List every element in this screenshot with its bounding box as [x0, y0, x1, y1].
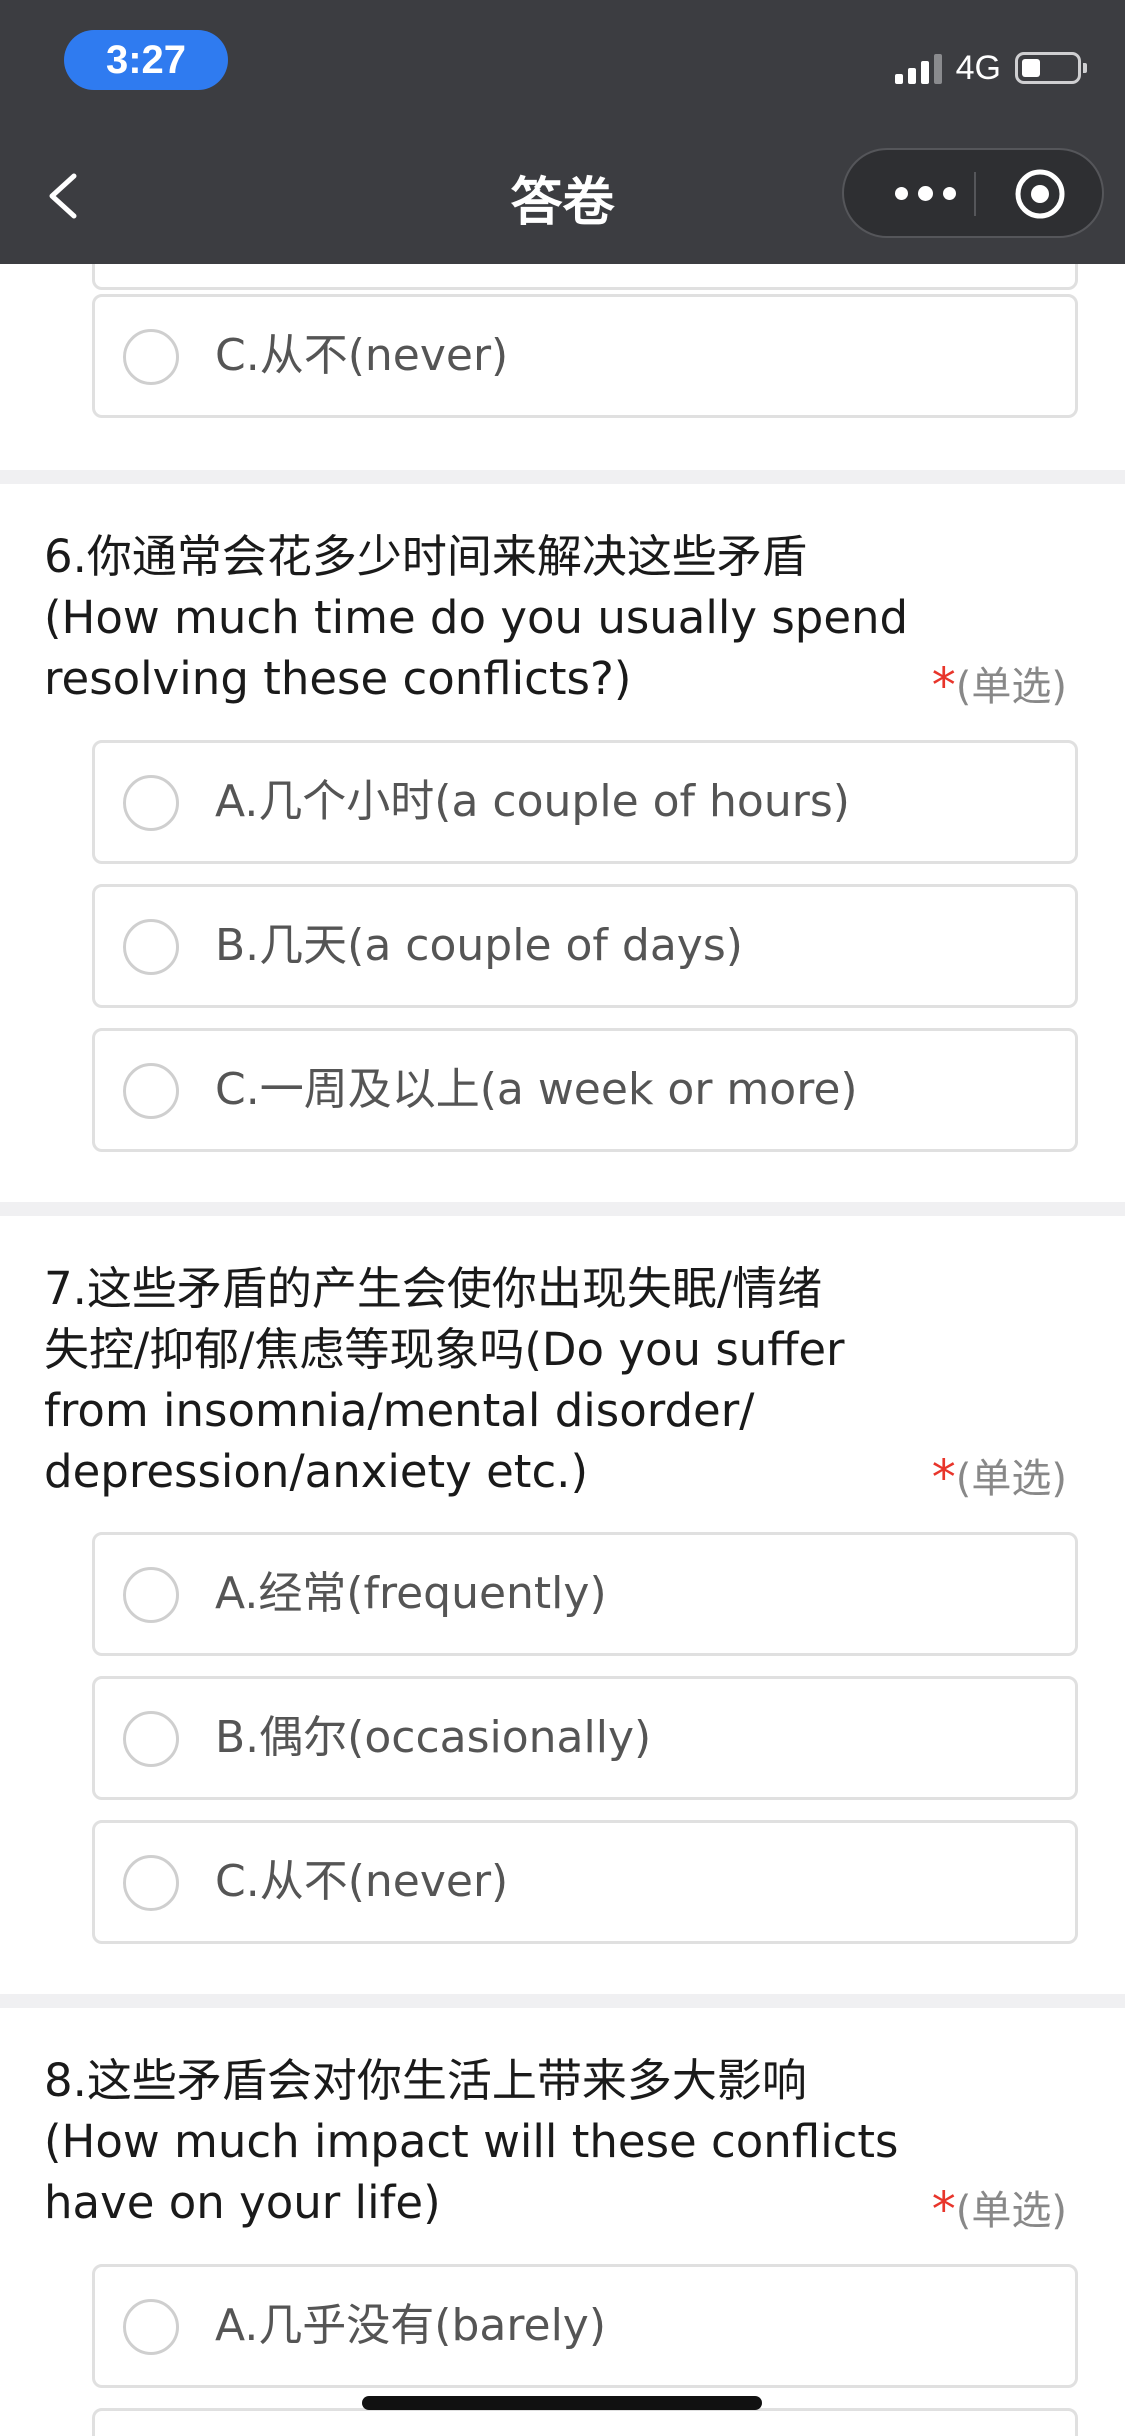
radio-button[interactable]	[123, 1855, 179, 1911]
option-q7-c[interactable]: C.从不(never)	[92, 1820, 1078, 1944]
required-star: *	[931, 1450, 956, 1506]
question-text-line: 6.你通常会花多少时间来解决这些矛盾	[44, 530, 807, 583]
single-choice-tag: *(单选)	[932, 654, 1067, 714]
question-6-title: 6.你通常会花多少时间来解决这些矛盾 (How much time do you…	[44, 526, 944, 709]
required-star: *	[931, 2182, 956, 2238]
capsule-divider	[974, 172, 976, 216]
top-bar: 3:27 4G 答卷	[0, 0, 1125, 264]
option-label: C.一周及以上(a week or more)	[215, 1064, 858, 1115]
question-text-line: 8.这些矛盾会对你生活上带来多大影响	[44, 2054, 807, 2107]
question-text-line: 失控/抑郁/焦虑等现象吗(Do you suffer	[44, 1323, 845, 1376]
question-8-title: 8.这些矛盾会对你生活上带来多大影响 (How much impact will…	[44, 2050, 944, 2233]
section-separator	[0, 1994, 1125, 2008]
radio-button[interactable]	[123, 2299, 179, 2355]
option-label: B.偶尔(occasionally)	[215, 1712, 652, 1763]
radio-button[interactable]	[123, 1711, 179, 1767]
option-label: B.几天(a couple of days)	[215, 920, 743, 971]
target-icon[interactable]	[1012, 166, 1068, 222]
option-q7-a[interactable]: A.经常(frequently)	[92, 1532, 1078, 1656]
option-q6-a[interactable]: A.几个小时(a couple of hours)	[92, 740, 1078, 864]
status-time: 3:27	[64, 30, 228, 90]
home-indicator[interactable]	[362, 2396, 762, 2410]
radio-button[interactable]	[123, 1567, 179, 1623]
required-star: *	[931, 658, 956, 714]
question-text-line: have on your life)	[44, 2176, 441, 2229]
option-label: A.几乎没有(barely)	[215, 2300, 606, 2351]
question-text-line: 7.这些矛盾的产生会使你出现失眠/情绪	[44, 1262, 823, 1315]
option-label: A.经常(frequently)	[215, 1568, 607, 1619]
section-separator	[0, 1202, 1125, 1216]
option-label: A.几个小时(a couple of hours)	[215, 776, 850, 827]
single-choice-tag: *(单选)	[932, 2178, 1067, 2238]
choice-type-label: (单选)	[955, 2188, 1067, 2234]
question-text-line: from insomnia/mental disorder/	[44, 1384, 755, 1437]
option-q8-partial[interactable]	[92, 2408, 1078, 2436]
radio-button[interactable]	[123, 1063, 179, 1119]
single-choice-tag: *(单选)	[932, 1446, 1067, 1506]
choice-type-label: (单选)	[955, 664, 1067, 710]
option-q5-c[interactable]: C.从不(never)	[92, 294, 1078, 418]
question-text-line: depression/anxiety etc.)	[44, 1445, 589, 1498]
option-q6-c[interactable]: C.一周及以上(a week or more)	[92, 1028, 1078, 1152]
status-icons: 4G	[894, 44, 1087, 92]
radio-button[interactable]	[123, 919, 179, 975]
option-q8-a[interactable]: A.几乎没有(barely)	[92, 2264, 1078, 2388]
radio-button[interactable]	[123, 329, 179, 385]
signal-icon	[894, 52, 942, 84]
radio-button[interactable]	[123, 775, 179, 831]
option-q7-b[interactable]: B.偶尔(occasionally)	[92, 1676, 1078, 1800]
battery-icon	[1015, 52, 1087, 84]
section-separator	[0, 470, 1125, 484]
survey-content[interactable]: C.从不(never) 6.你通常会花多少时间来解决这些矛盾 (How much…	[0, 264, 1125, 2436]
mini-program-capsule	[842, 148, 1104, 238]
question-text-line: (How much impact will these conflicts	[44, 2115, 899, 2168]
option-q5-partial[interactable]	[92, 264, 1078, 290]
question-text-line: resolving these conflicts?)	[44, 652, 632, 705]
option-q6-b[interactable]: B.几天(a couple of days)	[92, 884, 1078, 1008]
more-dots-icon[interactable]	[880, 150, 970, 236]
network-label: 4G	[955, 48, 1001, 87]
question-text-line: (How much time do you usually spend	[44, 591, 909, 644]
choice-type-label: (单选)	[955, 1456, 1067, 1502]
question-7-title: 7.这些矛盾的产生会使你出现失眠/情绪 失控/抑郁/焦虑等现象吗(Do you …	[44, 1258, 944, 1502]
option-label: C.从不(never)	[215, 330, 509, 381]
option-label: C.从不(never)	[215, 1856, 509, 1907]
